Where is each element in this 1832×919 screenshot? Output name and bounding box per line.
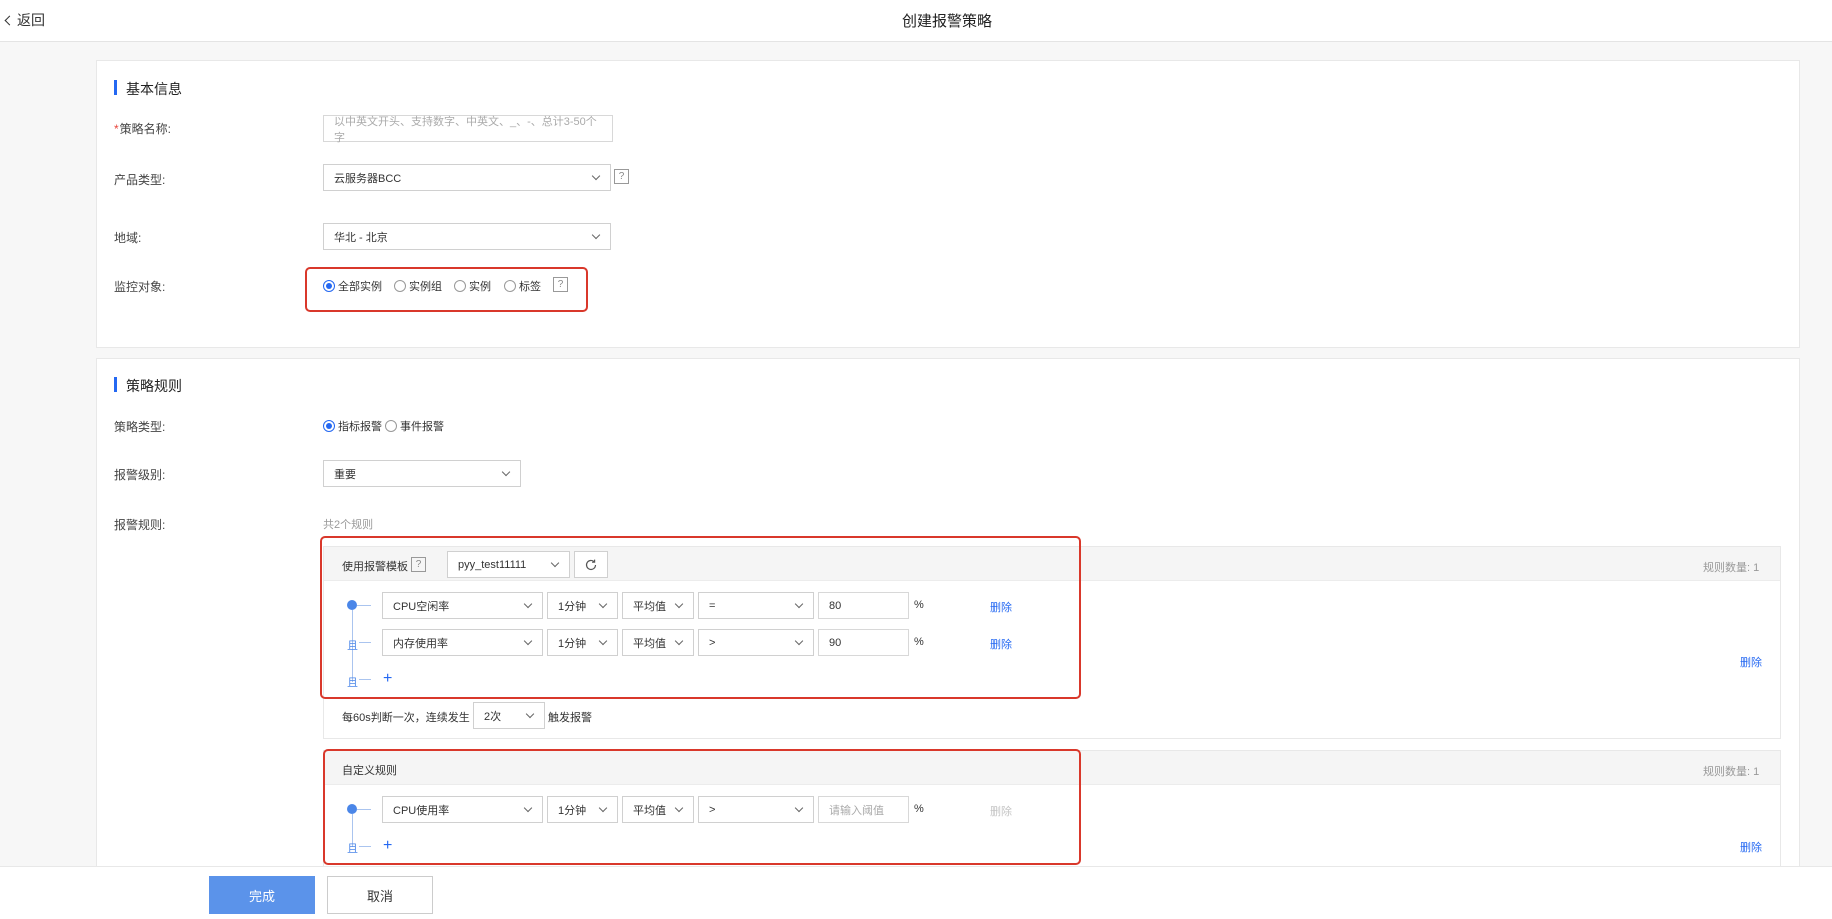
chevron-down-icon — [525, 709, 535, 719]
alarm-level-label: 报警级别: — [114, 468, 166, 482]
alarm-level-value: 重要 — [334, 468, 356, 481]
custom-rule-count: 规则数量: 1 — [1703, 766, 1760, 778]
policy-name-label: *策略名称: — [114, 122, 172, 136]
policy-name-input[interactable]: 以中英文开头、支持数字、中英文、_、-、总计3-50个字 — [323, 115, 613, 144]
chevron-down-icon — [591, 171, 601, 181]
frequency-select[interactable]: 2次 — [473, 702, 545, 729]
highlight-box-template — [320, 536, 1081, 699]
product-type-label: 产品类型: — [114, 173, 166, 187]
highlight-box-target — [305, 267, 588, 312]
policy-rules-title: 策略规则 — [114, 376, 182, 396]
region-value: 华北 - 北京 — [334, 231, 388, 244]
footer-bar: 完成 取消 — [0, 866, 1832, 919]
radio-label: 事件报警 — [400, 421, 444, 433]
region-label: 地域: — [114, 231, 142, 245]
page-title: 创建报警策略 — [901, 13, 992, 30]
product-type-select[interactable]: 云服务器BCC — [323, 164, 611, 191]
frequency-value: 2次 — [484, 710, 502, 723]
product-help-icon[interactable]: ? — [614, 169, 629, 184]
frequency-prefix: 每60s判断一次，连续发生 — [342, 712, 470, 724]
delete-rule-link[interactable]: 删除 — [1740, 839, 1762, 855]
type-radio-metric[interactable]: 指标报警 — [323, 418, 382, 434]
template-rule-count: 规则数量: 1 — [1703, 562, 1760, 574]
cancel-button[interactable]: 取消 — [327, 876, 433, 914]
highlight-box-custom — [323, 749, 1081, 865]
frequency-suffix: 触发报警 — [548, 712, 592, 724]
chevron-down-icon — [591, 230, 601, 240]
rules-total: 共2个规则 — [323, 519, 374, 531]
basic-info-title: 基本信息 — [114, 79, 182, 99]
type-radio-event[interactable]: 事件报警 — [385, 418, 444, 434]
region-select[interactable]: 华北 - 北京 — [323, 223, 611, 250]
delete-rule-link[interactable]: 删除 — [1740, 654, 1762, 670]
submit-button[interactable]: 完成 — [209, 876, 315, 914]
product-type-value: 云服务器BCC — [334, 172, 402, 185]
top-bar: 返回 创建报警策略 — [0, 0, 1832, 42]
radio-checked-icon — [323, 420, 335, 432]
radio-label: 指标报警 — [338, 421, 382, 433]
alarm-level-select[interactable]: 重要 — [323, 460, 521, 487]
radio-unchecked-icon — [385, 420, 397, 432]
policy-type-label: 策略类型: — [114, 420, 166, 434]
alarm-rules-label: 报警规则: — [114, 518, 166, 532]
monitor-target-label: 监控对象: — [114, 280, 166, 294]
chevron-down-icon — [501, 467, 511, 477]
